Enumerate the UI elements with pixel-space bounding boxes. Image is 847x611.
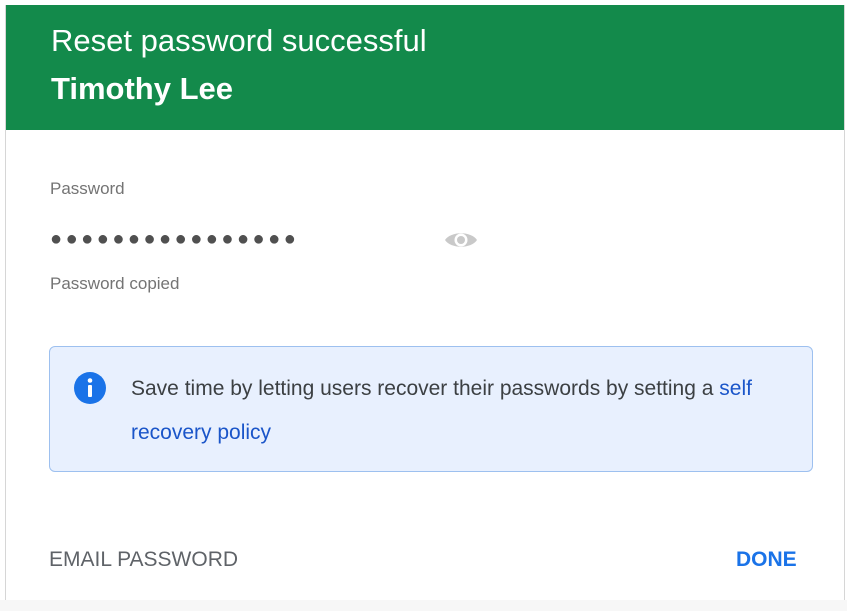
- info-icon: [73, 371, 107, 405]
- info-banner-text: Save time by letting users recover their…: [131, 367, 771, 455]
- dialog-header: Reset password successful Timothy Lee: [6, 5, 844, 130]
- password-label: Password: [50, 179, 125, 198]
- done-button[interactable]: DONE: [736, 548, 797, 572]
- info-banner: Save time by letting users recover their…: [49, 346, 813, 472]
- page-bottom-edge: [0, 600, 847, 611]
- user-name: Timothy Lee: [51, 71, 234, 106]
- dialog-title: Reset password successful: [51, 23, 427, 58]
- eye-icon[interactable]: [443, 228, 479, 252]
- reset-password-dialog: Reset password successful Timothy Lee Pa…: [5, 5, 845, 606]
- email-password-button[interactable]: EMAIL PASSWORD: [49, 548, 238, 572]
- password-copied-status: Password copied: [50, 274, 180, 293]
- info-banner-message: Save time by letting users recover their…: [131, 377, 720, 400]
- masked-password: ●●●●●●●●●●●●●●●●: [50, 228, 300, 250]
